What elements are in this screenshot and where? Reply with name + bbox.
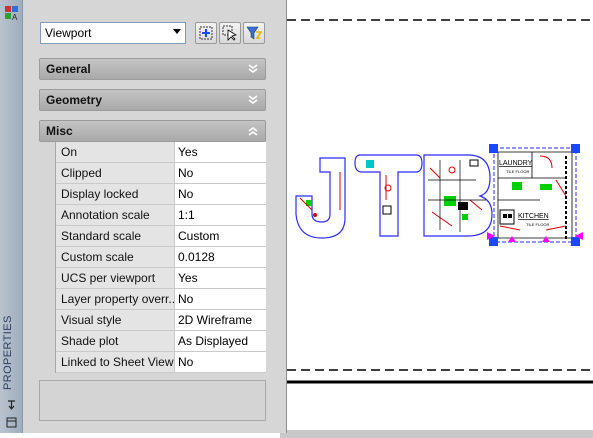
property-name: Visual style bbox=[56, 310, 175, 330]
property-value[interactable]: As Displayed bbox=[175, 331, 266, 351]
section-misc[interactable]: Misc bbox=[39, 120, 266, 142]
collapse-chevron-icon bbox=[248, 127, 258, 136]
laundry-label: LAUNDRY bbox=[499, 160, 533, 167]
property-row-annotation-scale[interactable]: Annotation scale 1:1 bbox=[56, 205, 266, 226]
palette-menu-icon[interactable] bbox=[3, 414, 20, 431]
property-name: On bbox=[56, 142, 175, 162]
property-row-display-locked[interactable]: Display locked No bbox=[56, 184, 266, 205]
property-row-standard-scale[interactable]: Standard scale Custom bbox=[56, 226, 266, 247]
expand-chevron-icon bbox=[248, 95, 258, 104]
property-value[interactable]: Yes bbox=[175, 268, 266, 288]
property-name: Shade plot bbox=[56, 331, 175, 351]
grip-top-left[interactable] bbox=[489, 144, 498, 153]
auto-hide-icon[interactable] bbox=[3, 396, 20, 413]
canvas-bottom-band bbox=[280, 430, 593, 438]
property-name: Standard scale bbox=[56, 226, 175, 246]
property-row-layer-property-overrides[interactable]: Layer property overr... No bbox=[56, 289, 266, 310]
property-description-panel bbox=[39, 380, 266, 421]
chevron-down-icon bbox=[173, 29, 181, 34]
section-geometry[interactable]: Geometry bbox=[39, 89, 266, 111]
property-name: Linked to Sheet View bbox=[56, 352, 175, 372]
close-icon[interactable]: A bbox=[3, 4, 20, 22]
property-value[interactable]: Yes bbox=[175, 142, 266, 162]
property-row-custom-scale[interactable]: Custom scale 0.0128 bbox=[56, 247, 266, 268]
property-value[interactable]: 1:1 bbox=[175, 205, 266, 225]
grip-bottom-left[interactable] bbox=[489, 237, 498, 246]
property-name: Custom scale bbox=[56, 247, 175, 267]
object-type-value: Viewport bbox=[45, 26, 92, 40]
property-value[interactable]: No bbox=[175, 184, 266, 204]
magenta-markers bbox=[487, 232, 583, 242]
property-row-ucs-per-viewport[interactable]: UCS per viewport Yes bbox=[56, 268, 266, 289]
kitchen-label: KITCHEN bbox=[518, 213, 549, 220]
property-value[interactable]: Custom bbox=[175, 226, 266, 246]
section-general-label: General bbox=[46, 62, 91, 76]
property-value[interactable]: No bbox=[175, 289, 266, 309]
palette-body: Viewport General Geometry Misc On Yes Cl… bbox=[23, 0, 286, 433]
quick-select-button[interactable] bbox=[243, 22, 265, 44]
property-row-on[interactable]: On Yes bbox=[56, 142, 266, 163]
pickadd-icon bbox=[199, 26, 213, 40]
property-row-linked-to-sheet-view[interactable]: Linked to Sheet View No bbox=[56, 352, 266, 373]
property-name: Clipped bbox=[56, 163, 175, 183]
property-row-visual-style[interactable]: Visual style 2D Wireframe bbox=[56, 310, 266, 331]
expand-chevron-icon bbox=[248, 64, 258, 73]
letter-b-outline bbox=[423, 154, 493, 237]
property-value[interactable]: No bbox=[175, 352, 266, 372]
property-row-clipped[interactable]: Clipped No bbox=[56, 163, 266, 184]
property-value[interactable]: 2D Wireframe bbox=[175, 310, 266, 330]
palette-title-strip[interactable]: A PROPERTIES bbox=[0, 0, 23, 433]
letter-j-outline bbox=[295, 157, 346, 239]
property-row-shade-plot[interactable]: Shade plot As Displayed bbox=[56, 331, 266, 352]
property-name: Display locked bbox=[56, 184, 175, 204]
palette-title: PROPERTIES bbox=[2, 315, 14, 390]
property-name: Annotation scale bbox=[56, 205, 175, 225]
letter-t-outline bbox=[354, 154, 423, 237]
kitchen-sublabel: TILE FLOOR bbox=[526, 222, 549, 227]
laundry-sublabel: TILE FLOOR bbox=[506, 169, 529, 174]
property-value[interactable]: No bbox=[175, 163, 266, 183]
svg-text:A: A bbox=[12, 13, 18, 21]
grip-bottom-right[interactable] bbox=[571, 237, 580, 246]
section-general[interactable]: General bbox=[39, 58, 266, 80]
section-geometry-label: Geometry bbox=[46, 93, 103, 107]
select-objects-icon bbox=[222, 25, 238, 41]
property-name: Layer property overr... bbox=[56, 289, 175, 309]
quick-select-icon bbox=[246, 26, 262, 40]
properties-palette: A PROPERTIES Viewport General Geometry M… bbox=[0, 0, 287, 433]
grip-top-right[interactable] bbox=[571, 144, 580, 153]
floorplan-details bbox=[299, 159, 486, 232]
select-objects-button[interactable] bbox=[219, 22, 241, 44]
section-misc-label: Misc bbox=[46, 124, 73, 138]
property-name: UCS per viewport bbox=[56, 268, 175, 288]
property-value[interactable]: 0.0128 bbox=[175, 247, 266, 267]
object-type-dropdown[interactable]: Viewport bbox=[40, 22, 186, 44]
misc-property-grid: On Yes Clipped No Display locked No Anno… bbox=[55, 142, 266, 373]
misc-gutter bbox=[39, 142, 55, 373]
toggle-pickadd-button[interactable] bbox=[195, 22, 217, 44]
